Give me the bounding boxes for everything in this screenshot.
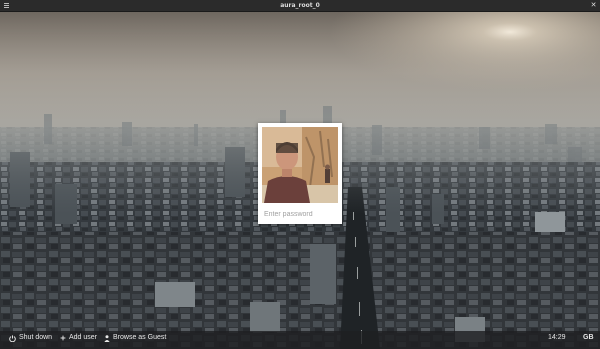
- keyboard-layout-indicator[interactable]: GB: [583, 331, 594, 345]
- bottom-shelf: Shut down Add user Browse as Guest 14:29…: [0, 331, 600, 349]
- clock[interactable]: 14:29: [548, 331, 566, 345]
- power-icon: [9, 334, 16, 342]
- window-titlebar: aura_root_0 ✕: [0, 0, 600, 12]
- password-input[interactable]: [262, 207, 338, 221]
- add-user-button[interactable]: Add user: [60, 331, 97, 345]
- login-screen: aura_root_0 ✕ Shut down Add user Browse …: [0, 0, 600, 349]
- guest-label: Browse as Guest: [113, 334, 167, 341]
- person-icon: [104, 334, 110, 342]
- add-user-label: Add user: [69, 334, 98, 341]
- shutdown-label: Shut down: [19, 334, 53, 341]
- user-avatar[interactable]: [262, 127, 338, 203]
- login-card: [258, 123, 342, 224]
- window-title: aura_root_0: [280, 2, 320, 9]
- plus-icon: [60, 335, 66, 341]
- browse-as-guest-button[interactable]: Browse as Guest: [104, 331, 166, 345]
- shutdown-button[interactable]: Shut down: [9, 331, 52, 345]
- close-icon[interactable]: ✕: [590, 2, 597, 9]
